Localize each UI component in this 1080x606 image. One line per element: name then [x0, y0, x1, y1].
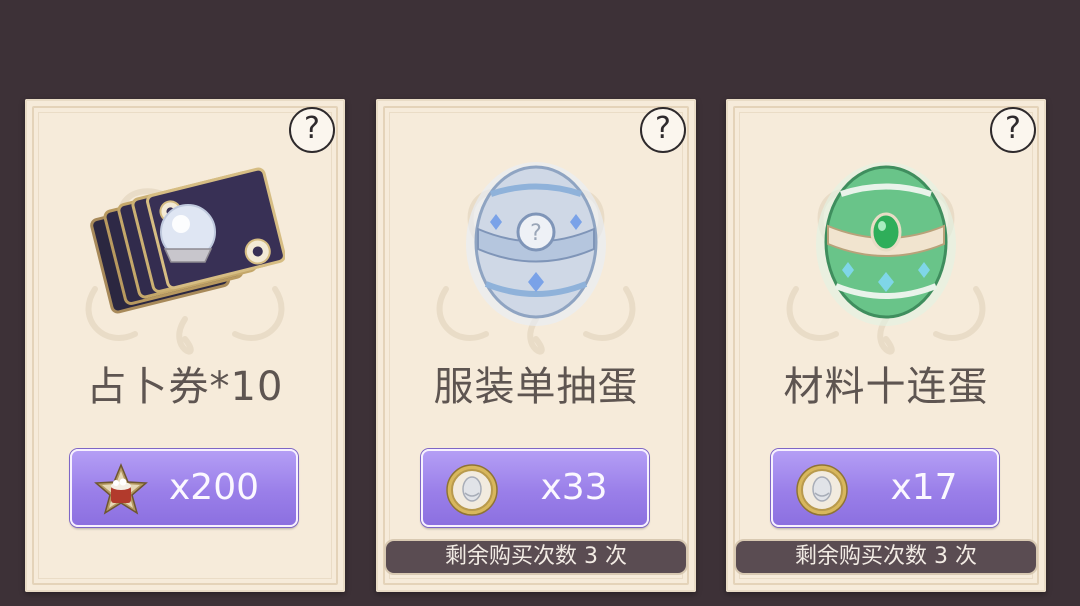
price-label: x17 [890, 467, 958, 508]
price-label: x33 [540, 467, 608, 508]
remaining-purchases-label: 剩余购买次数 3 次 [384, 539, 688, 575]
shop-card-material-ten-egg[interactable]: ? 材料十连蛋 x17 剩余购买次数 3 次 [726, 99, 1046, 592]
item-name: 材料十连蛋 [783, 364, 989, 410]
svg-text:?: ? [530, 221, 542, 246]
gold-coin-icon [796, 464, 848, 516]
help-button[interactable]: ? [289, 107, 335, 153]
item-name: 占卜券*10 [86, 364, 284, 410]
item-name: 服装单抽蛋 [433, 364, 639, 410]
price-label: x200 [168, 467, 260, 508]
green-jade-egg-icon [816, 162, 956, 326]
tarot-cards-crystal-ball-icon [90, 167, 285, 314]
shop-panel: ? 占卜券*10 x200 ? ? 服装单抽蛋 x33 剩余购买次数 3 次 ?… [0, 0, 1080, 606]
shop-card-outfit-single-egg[interactable]: ? ? 服装单抽蛋 x33 剩余购买次数 3 次 [376, 99, 696, 592]
help-button[interactable]: ? [640, 107, 686, 153]
silver-blue-egg-icon: ? [466, 162, 606, 326]
buy-button[interactable]: x33 [421, 449, 649, 527]
gold-coin-icon [446, 464, 498, 516]
star-drum-badge-icon [94, 463, 148, 515]
shop-card-divination-tickets[interactable]: ? 占卜券*10 x200 [25, 99, 345, 592]
buy-button[interactable]: x200 [70, 449, 298, 527]
help-button[interactable]: ? [990, 107, 1036, 153]
remaining-purchases-label: 剩余购买次数 3 次 [734, 539, 1038, 575]
buy-button[interactable]: x17 [771, 449, 999, 527]
